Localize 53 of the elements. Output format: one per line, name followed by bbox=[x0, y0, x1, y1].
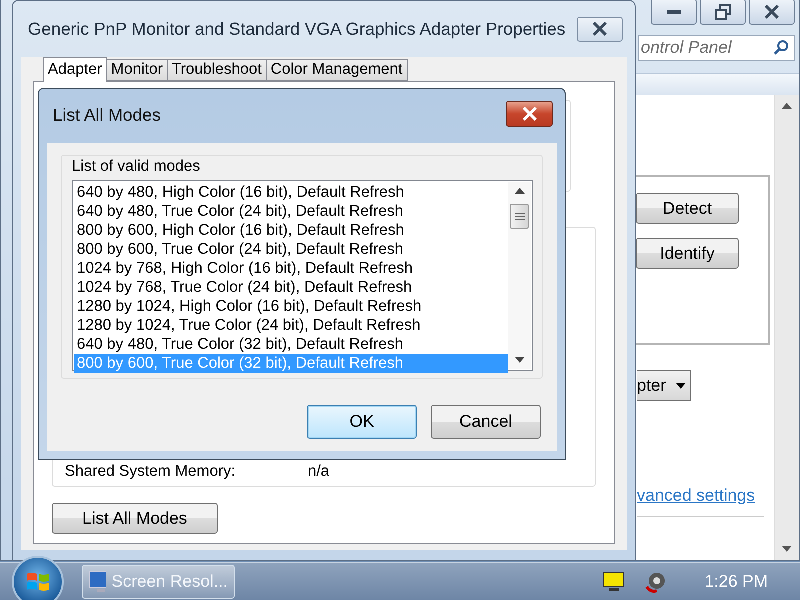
tab[interactable]: Monitor bbox=[106, 59, 168, 81]
mode-item[interactable]: 1280 by 1024, True Color (24 bit), Default Refresh bbox=[74, 316, 508, 335]
scroll-thumb[interactable] bbox=[510, 204, 529, 229]
monitor-icon bbox=[89, 570, 106, 592]
close-icon bbox=[764, 5, 780, 19]
mode-item[interactable]: 640 by 480, True Color (24 bit), Default Refresh bbox=[74, 202, 508, 221]
scroll-up-icon bbox=[782, 103, 792, 109]
search-field[interactable]: ontrol Panel bbox=[638, 35, 795, 61]
list-all-modes-button[interactable]: List All Modes bbox=[52, 503, 218, 534]
window-title: Generic PnP Monitor and Standard VGA Graphics Adapter Properties bbox=[28, 18, 566, 40]
tab[interactable]: Troubleshoot bbox=[166, 59, 267, 81]
close-icon bbox=[522, 107, 538, 121]
close-icon bbox=[592, 22, 608, 36]
mode-item[interactable]: 1024 by 768, High Color (16 bit), Default Refresh bbox=[74, 259, 508, 278]
minimize-icon bbox=[666, 9, 682, 15]
mode-item[interactable]: 800 by 600, High Color (16 bit), Default Refresh bbox=[74, 221, 508, 240]
scroll-down-icon bbox=[782, 546, 792, 552]
dialog-title: List All Modes bbox=[53, 105, 161, 126]
scroll-down-icon bbox=[514, 357, 524, 363]
minimize-button[interactable] bbox=[651, 0, 697, 25]
advanced-settings-link[interactable]: vanced settings bbox=[637, 486, 774, 506]
field-value: n/a bbox=[308, 463, 330, 481]
monitor-icon[interactable] bbox=[602, 572, 625, 592]
close-button[interactable] bbox=[506, 101, 553, 127]
clock: 1:26 PM bbox=[704, 572, 768, 592]
list-scrollbar[interactable] bbox=[508, 182, 531, 369]
close-button[interactable] bbox=[577, 16, 623, 42]
mode-item[interactable]: 1024 by 768, True Color (24 bit), Default Refresh bbox=[74, 278, 508, 297]
tab[interactable]: Adapter bbox=[43, 57, 108, 82]
mode-item[interactable]: 640 by 480, High Color (16 bit), Default Refresh bbox=[74, 183, 508, 202]
field-label: Shared System Memory: bbox=[65, 463, 237, 481]
close-button[interactable] bbox=[749, 0, 795, 25]
mode-item[interactable]: 640 by 480, True Color (32 bit), Default Refresh bbox=[74, 335, 508, 354]
display-button[interactable]: Detect bbox=[636, 193, 739, 224]
caret-icon bbox=[676, 382, 686, 388]
mode-item[interactable]: 1280 by 1024, High Color (16 bit), Default Refresh bbox=[74, 297, 508, 316]
search-icon bbox=[773, 40, 789, 56]
speaker-icon[interactable] bbox=[644, 570, 667, 592]
mode-item[interactable]: 800 by 600, True Color (24 bit), Default Refresh bbox=[74, 240, 508, 259]
dialog-button[interactable]: OK bbox=[307, 405, 417, 439]
group-label: List of valid modes bbox=[72, 158, 202, 176]
dialog-button[interactable]: Cancel bbox=[431, 405, 541, 439]
dropdown[interactable]: pter bbox=[637, 370, 691, 401]
grip-icon bbox=[514, 212, 524, 220]
windows-logo-icon bbox=[26, 570, 50, 592]
start-button[interactable] bbox=[12, 556, 64, 600]
scrollbar[interactable] bbox=[774, 95, 799, 560]
display-button[interactable]: Identify bbox=[636, 238, 739, 269]
dropdown-text: pter bbox=[637, 376, 666, 396]
tab[interactable]: Color Management bbox=[266, 59, 408, 81]
restore-icon bbox=[714, 4, 732, 20]
maximize-button[interactable] bbox=[700, 0, 746, 25]
scroll-up-icon bbox=[514, 188, 524, 194]
